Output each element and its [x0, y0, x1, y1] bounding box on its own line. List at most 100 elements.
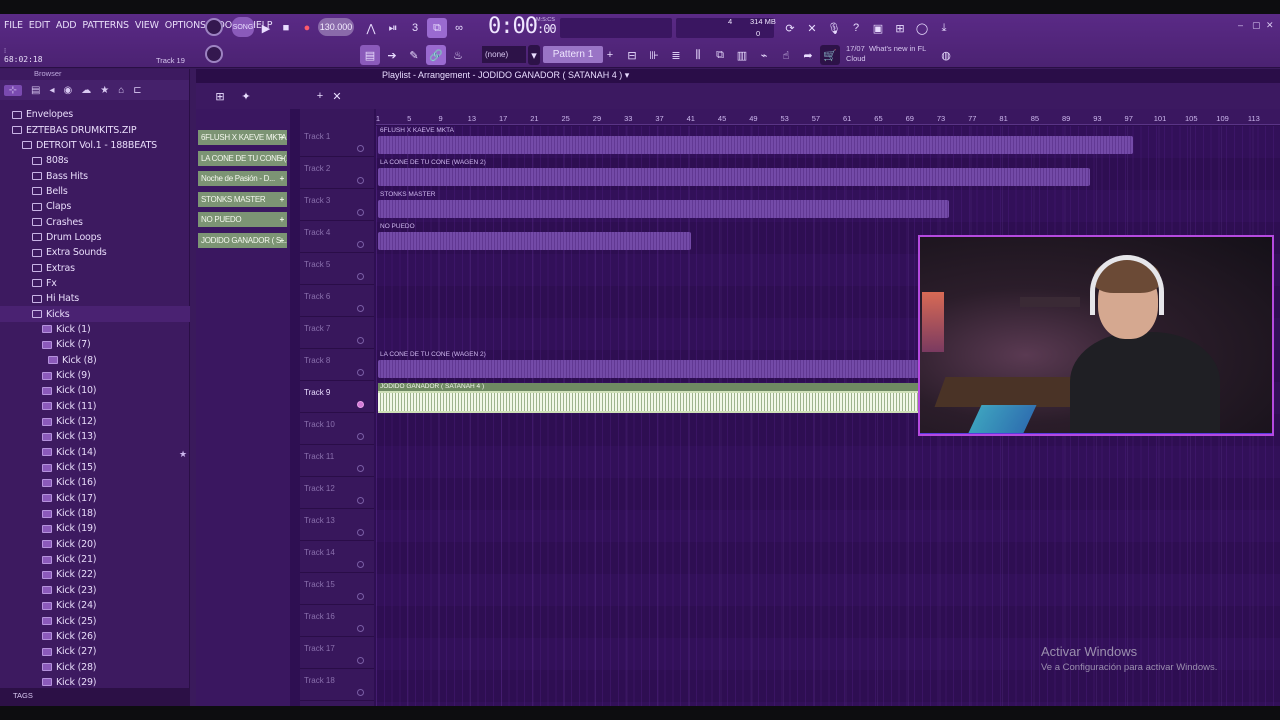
pointer-icon[interactable]: ➔ — [382, 45, 402, 65]
track-header[interactable]: Track 13 — [300, 509, 374, 541]
link-icon[interactable]: 🔗 — [426, 45, 446, 65]
track-mute-led-icon[interactable] — [357, 145, 364, 152]
browser-folder-item[interactable]: Fx — [0, 276, 190, 291]
browser-file-item[interactable]: Kick (11) — [0, 399, 190, 414]
channel-rack-icon[interactable]: ⊪ — [644, 45, 664, 65]
browser-file-icon[interactable]: ▤ — [31, 85, 40, 96]
track-header[interactable]: Track 4 — [300, 221, 374, 253]
browser-folder-item[interactable]: Envelopes — [0, 107, 190, 122]
browser-folder-item[interactable]: DETROIT Vol.1 - 188BEATS — [0, 138, 190, 153]
menu-item-view[interactable]: VIEW — [135, 20, 159, 31]
snap-select[interactable]: (none) — [482, 46, 526, 63]
audio-clip[interactable]: STONKS MASTER — [378, 191, 949, 221]
menu-item-file[interactable]: FILE — [4, 20, 23, 31]
track-mute-led-icon[interactable] — [357, 241, 364, 248]
record-button[interactable]: ● — [297, 18, 317, 38]
pencil-icon[interactable]: ✎ — [404, 45, 424, 65]
browser-folder-item[interactable]: Bass Hits — [0, 168, 190, 183]
mixer-faders-icon[interactable]: ⫼ — [688, 45, 708, 65]
pattern-item[interactable]: NO PUEDO — [198, 212, 287, 227]
track-mute-led-icon[interactable] — [357, 625, 364, 632]
pattern-item[interactable]: JODIDO GANADOR ( S... — [198, 232, 287, 248]
menu-item-options[interactable]: OPTIONS — [165, 20, 206, 31]
track-header[interactable]: Track 11 — [300, 445, 374, 477]
track-header[interactable]: Track 17 — [300, 637, 374, 669]
snap-dropdown-icon[interactable]: ▾ — [528, 45, 540, 65]
maximize-icon[interactable]: ▢ — [1252, 20, 1261, 31]
track-mute-led-icon[interactable] — [357, 401, 364, 408]
browser-star-icon[interactable]: ★ — [100, 85, 109, 96]
add-pattern-icon[interactable]: + — [604, 45, 616, 65]
track-header[interactable]: Track 15 — [300, 573, 374, 605]
refresh-icon[interactable]: ⟳ — [780, 18, 800, 38]
play-button[interactable]: ▶ — [256, 18, 276, 38]
track-mute-led-icon[interactable] — [357, 337, 364, 344]
browser-file-item[interactable]: Kick (21) — [0, 552, 190, 567]
track-header[interactable]: Track 3 — [300, 189, 374, 221]
audio-clip[interactable]: 6FLUSH X KAEVE MKTA — [378, 127, 1133, 157]
pattern-selector[interactable]: Pattern 1 — [543, 46, 603, 63]
cart-icon[interactable]: 🛒 — [820, 45, 840, 65]
stop-button[interactable]: ■ — [276, 18, 296, 38]
audio-clip[interactable]: NO PUEDO — [378, 223, 691, 253]
track-header[interactable]: Track 7 — [300, 317, 374, 349]
wait-input-icon[interactable]: ⏯ — [383, 18, 403, 38]
browser-file-item[interactable]: Kick (7) — [0, 337, 190, 352]
tags-label[interactable]: TAGS — [13, 691, 33, 700]
browser-file-item[interactable]: Kick (23) — [0, 583, 190, 598]
browser-file-item[interactable]: Kick (16) — [0, 475, 190, 490]
track-header[interactable]: Track 9 — [300, 381, 374, 413]
browser-folder-item[interactable]: Bells — [0, 184, 190, 199]
browser-file-item[interactable]: Kick (13) — [0, 429, 190, 444]
globe-icon[interactable]: ◍ — [936, 45, 956, 65]
close-icon[interactable]: ✕ — [1266, 20, 1274, 31]
browser-file-item[interactable]: Kick (14) — [0, 445, 190, 460]
browser-folder-item[interactable]: Extra Sounds — [0, 245, 190, 260]
track-mute-led-icon[interactable] — [357, 497, 364, 504]
audio-clip[interactable]: JODIDO GANADOR ( SATANAH 4 ) — [378, 383, 934, 413]
browser-file-item[interactable]: Kick (20) — [0, 537, 190, 552]
track-mute-led-icon[interactable] — [357, 561, 364, 568]
track-mute-led-icon[interactable] — [357, 177, 364, 184]
pattern-item[interactable]: Noche de Pasión - D... — [198, 171, 287, 186]
step-edit-icon[interactable]: ⧉ — [427, 18, 447, 38]
help-icon[interactable]: ? — [846, 18, 866, 38]
audio-clip[interactable]: LA CONE DE TU CONE (WAGEN 2) — [378, 159, 1090, 189]
browser-file-item[interactable]: Kick (1) — [0, 322, 190, 337]
chat-icon[interactable]: ◯ — [912, 18, 932, 38]
browser-folder-item[interactable]: Claps — [0, 199, 190, 214]
track-mute-led-icon[interactable] — [357, 273, 364, 280]
magnet-icon[interactable]: ✦ — [236, 86, 256, 106]
browser-folder-item[interactable]: Drum Loops — [0, 230, 190, 245]
plugin-icon[interactable]: ⌁ — [754, 45, 774, 65]
track-header[interactable]: Track 12 — [300, 477, 374, 509]
save-icon[interactable]: ▣ — [868, 18, 888, 38]
microphone-icon[interactable]: 🎙 — [824, 18, 844, 38]
track-mute-led-icon[interactable] — [357, 593, 364, 600]
menu-item-patterns[interactable]: PATTERNS — [82, 20, 129, 31]
menu-item-edit[interactable]: EDIT — [29, 20, 50, 31]
browser-file-item[interactable]: Kick (10) — [0, 383, 190, 398]
timeline-ruler[interactable]: 1 5 9 13 17 21 25 29 33 37 41 45 49 53 57 61 65 69 73 77 81 8… — [376, 109, 1280, 125]
snap-icon[interactable]: ⊞ — [210, 86, 230, 106]
track-mute-led-icon[interactable] — [357, 465, 364, 472]
loop-record-icon[interactable]: ∞ — [449, 18, 469, 38]
share-icon[interactable]: ➦ — [798, 45, 818, 65]
browser-plugin-icon[interactable]: ◂ — [49, 85, 54, 96]
track-mute-led-icon[interactable] — [357, 305, 364, 312]
track-header[interactable]: Track 16 — [300, 605, 374, 637]
track-mute-led-icon[interactable] — [357, 209, 364, 216]
browser-icon[interactable]: ⧉ — [710, 45, 730, 65]
download-icon[interactable]: ⤓ — [934, 18, 954, 38]
browser-file-item[interactable]: Kick (12) — [0, 414, 190, 429]
track-header[interactable]: Track 14 — [300, 541, 374, 573]
audio-clip[interactable]: LA CONE DE TU CONE (WAGEN 2) — [378, 351, 934, 381]
tempo-display[interactable]: 130.000 — [318, 18, 354, 36]
mixer-icon[interactable]: ⊞ — [890, 18, 910, 38]
main-volume-knob[interactable] — [205, 18, 223, 36]
track-mute-led-icon[interactable] — [357, 433, 364, 440]
browser-file-item[interactable]: Kick (18) — [0, 506, 190, 521]
browser-file-item[interactable]: Kick (22) — [0, 567, 190, 582]
browser-file-item[interactable]: Kick (19) — [0, 521, 190, 536]
track-mute-led-icon[interactable] — [357, 369, 364, 376]
